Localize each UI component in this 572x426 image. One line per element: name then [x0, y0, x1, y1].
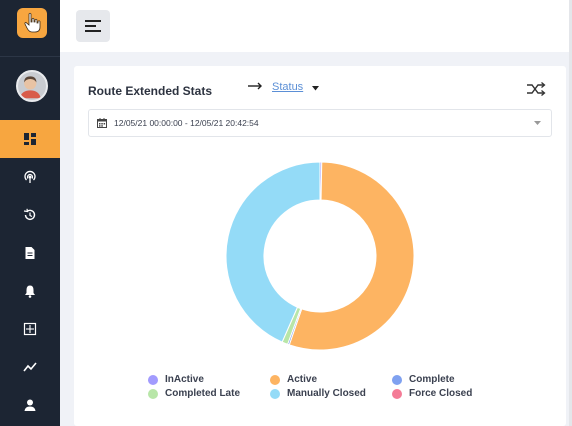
- document-icon: [25, 247, 35, 259]
- sidebar-item-users[interactable]: [0, 386, 60, 424]
- legend-label: Completed Late: [165, 388, 241, 399]
- chevron-down-icon: [534, 121, 541, 125]
- sidebar-item-grid[interactable]: [0, 310, 60, 348]
- legend-swatch: [148, 388, 158, 399]
- sidebar-item-history[interactable]: [0, 196, 60, 234]
- legend-label: Active: [287, 374, 318, 385]
- legend-label: Complete: [409, 374, 455, 385]
- menu-toggle-button[interactable]: [76, 10, 110, 42]
- sidebar-divider: [0, 56, 60, 57]
- grid-icon: [23, 322, 37, 336]
- legend-swatch: [270, 388, 280, 399]
- legend-label: InActive: [165, 374, 204, 385]
- legend-swatch: [392, 388, 402, 399]
- status-donut-chart: [225, 161, 415, 351]
- legend-item-complete[interactable]: Complete: [392, 374, 455, 385]
- avatar[interactable]: [16, 70, 48, 102]
- legend-item-force-closed[interactable]: Force Closed: [392, 388, 472, 399]
- radar-icon: [24, 170, 36, 183]
- legend-swatch: [392, 374, 402, 385]
- legend-item-completed-late[interactable]: Completed Late: [148, 388, 240, 399]
- user-icon: [24, 399, 36, 411]
- legend-swatch: [270, 374, 280, 385]
- legend-item-inactive[interactable]: InActive: [148, 374, 204, 385]
- card-title: Route Extended Stats: [88, 84, 213, 98]
- legend-label: Manually Closed: [287, 388, 366, 399]
- arrow-right-icon: [248, 82, 262, 90]
- sidebar-item-notifications[interactable]: [0, 272, 60, 310]
- top-bar: [60, 0, 572, 52]
- menu-icon: [85, 20, 101, 32]
- legend-swatch: [148, 374, 158, 385]
- hand-pointer-icon: [24, 12, 41, 33]
- sidebar: [0, 0, 60, 426]
- sidebar-item-radar[interactable]: [0, 158, 60, 196]
- caret-down-icon[interactable]: [312, 86, 319, 91]
- calendar-icon: [97, 118, 107, 128]
- legend-item-active[interactable]: Active: [270, 374, 317, 385]
- history-icon: [23, 208, 36, 221]
- shuffle-icon[interactable]: [526, 82, 546, 96]
- legend-label: Force Closed: [409, 388, 473, 399]
- date-range-value: 12/05/21 00:00:00 - 12/05/21 20:42:54: [114, 118, 259, 128]
- status-dropdown-link[interactable]: Status: [272, 81, 303, 93]
- app-logo[interactable]: [17, 8, 47, 38]
- sidebar-item-analytics[interactable]: [0, 348, 60, 386]
- trend-icon: [23, 362, 37, 372]
- date-range-picker[interactable]: 12/05/21 00:00:00 - 12/05/21 20:42:54: [88, 109, 552, 137]
- avatar-image: [19, 76, 41, 99]
- sidebar-item-dashboard[interactable]: [0, 120, 60, 158]
- legend-item-manually-closed[interactable]: Manually Closed: [270, 388, 366, 399]
- sidebar-item-document[interactable]: [0, 234, 60, 272]
- dashboard-icon: [24, 133, 36, 145]
- bell-icon: [25, 285, 35, 298]
- route-stats-card: Route Extended Stats Status 12/05/21 00:…: [74, 66, 566, 426]
